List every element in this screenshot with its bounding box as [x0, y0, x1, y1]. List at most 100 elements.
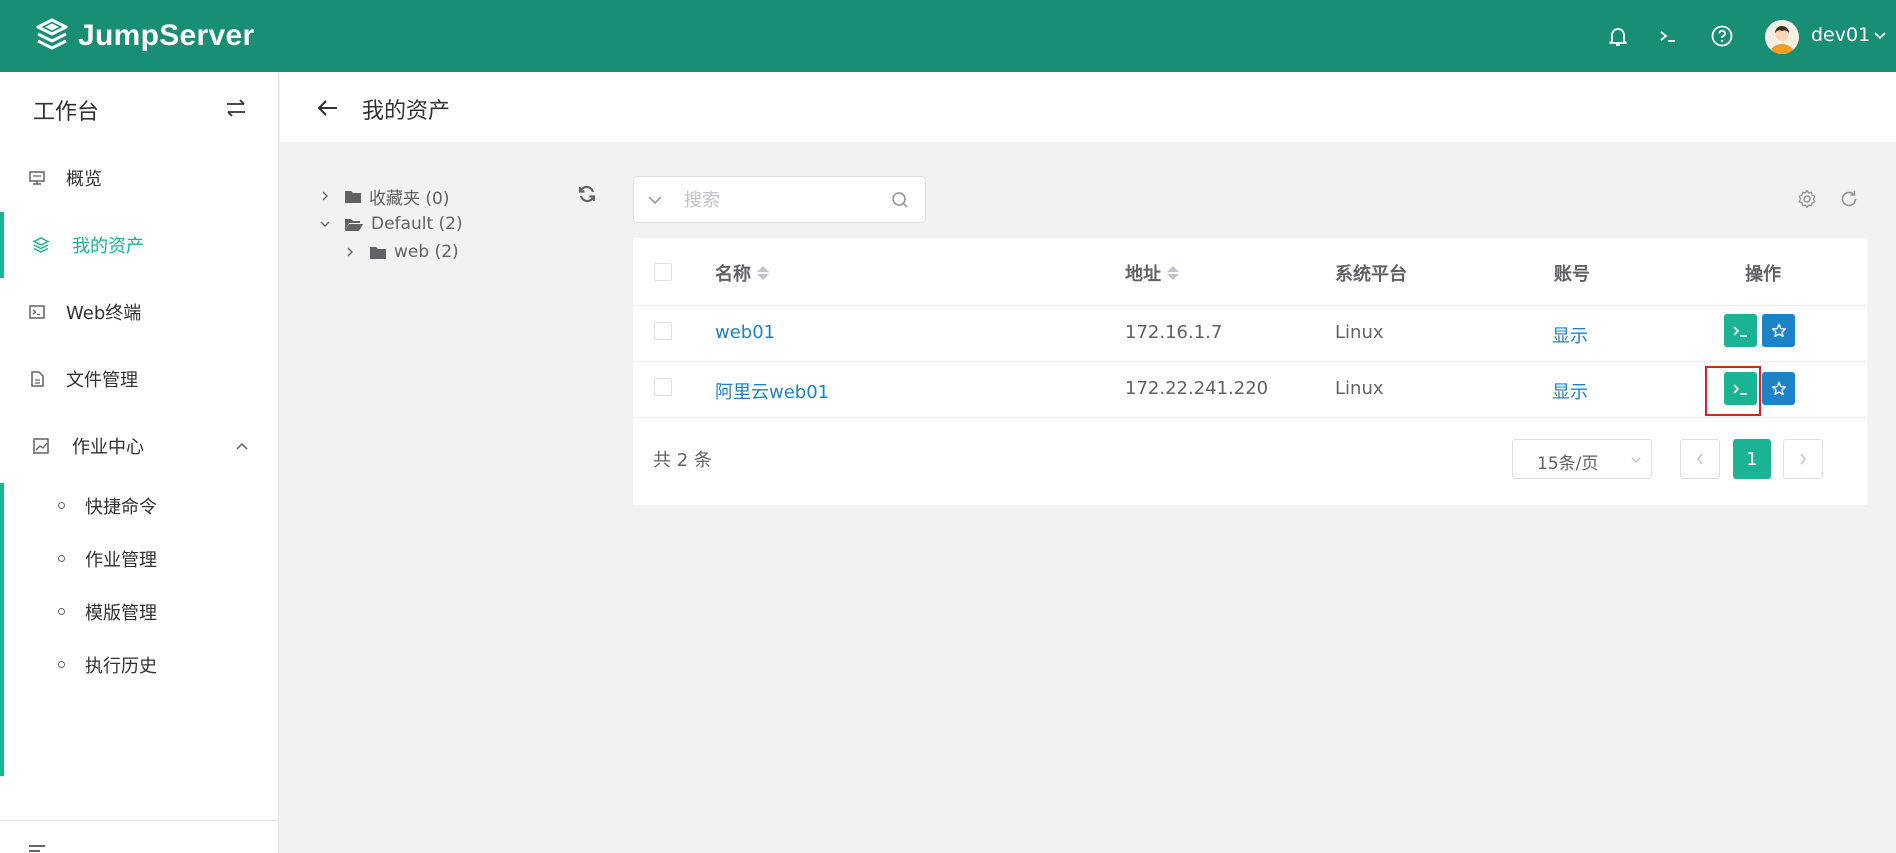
- sidebar-item-web-terminal[interactable]: Web终端: [0, 279, 279, 345]
- sidebar-subitem-label: 作业管理: [85, 550, 157, 571]
- show-account-link[interactable]: 显示: [1552, 378, 1588, 404]
- column-header-address[interactable]: 地址: [1125, 260, 1179, 286]
- chevron-right-icon[interactable]: [343, 246, 357, 258]
- divider: [0, 820, 279, 821]
- asset-name-link[interactable]: web01: [715, 322, 775, 343]
- sort-icon[interactable]: [757, 266, 769, 280]
- column-header-actions: 操作: [1745, 264, 1781, 285]
- next-page-button[interactable]: [1783, 439, 1823, 479]
- folder-icon: [344, 189, 362, 204]
- terminal-icon: [1732, 325, 1747, 337]
- sidebar-subitem-label: 模版管理: [85, 603, 157, 624]
- username[interactable]: dev01: [1811, 24, 1870, 46]
- avatar[interactable]: [1765, 20, 1799, 54]
- folder-icon: [369, 245, 387, 260]
- tree-node-web[interactable]: web (2): [343, 239, 459, 265]
- table-row: web01 172.16.1.7 Linux 显示: [633, 306, 1867, 362]
- chart-icon: [32, 437, 50, 455]
- select-all-checkbox[interactable]: [654, 263, 672, 281]
- chevron-up-icon[interactable]: [235, 439, 249, 453]
- column-label: 名称: [715, 264, 751, 285]
- favorite-button[interactable]: [1762, 372, 1795, 405]
- back-arrow-icon[interactable]: [316, 96, 340, 120]
- chevron-down-icon[interactable]: [318, 219, 332, 229]
- file-icon: [28, 370, 46, 388]
- terminal-icon[interactable]: [1654, 22, 1682, 50]
- page-size-value: 15条/页: [1537, 454, 1599, 474]
- row-checkbox[interactable]: [654, 378, 672, 396]
- search-box[interactable]: [633, 176, 926, 223]
- tree-node-label: Default (2): [371, 214, 463, 234]
- column-header-platform: 系统平台: [1335, 264, 1407, 285]
- asset-address: 172.22.241.220: [1125, 378, 1269, 399]
- asset-table-card: 名称 地址 系统平台 账号 操作 web01 172.16.1.7 Linux …: [633, 238, 1867, 505]
- chevron-right-icon: [1800, 453, 1806, 465]
- sidebar-subitem-execution-history[interactable]: 执行历史: [0, 639, 279, 691]
- page-title: 我的资产: [362, 99, 451, 124]
- sidebar-item-label: 文件管理: [66, 370, 138, 391]
- tree-node-default[interactable]: Default (2): [318, 211, 463, 237]
- console-icon: [28, 303, 46, 321]
- row-checkbox[interactable]: [654, 322, 672, 340]
- jumpserver-logo-icon: [36, 18, 68, 50]
- sidebar: 工作台 概览 我的资产 Web终端 文件管理 作业中心 快捷命令 作业管理 模版…: [0, 72, 279, 853]
- highlight-box: [1705, 366, 1761, 416]
- asset-address: 172.16.1.7: [1125, 322, 1223, 343]
- switch-view-icon[interactable]: [224, 96, 248, 120]
- tree-node-favorites[interactable]: 收藏夹 (0): [318, 183, 449, 209]
- table-row: 阿里云web01 172.22.241.220 Linux 显示: [633, 362, 1867, 418]
- sidebar-subitem-template-management[interactable]: 模版管理: [0, 586, 279, 638]
- sidebar-subitem-label: 执行历史: [85, 656, 157, 677]
- sidebar-subitem-quick-commands[interactable]: 快捷命令: [0, 480, 279, 532]
- sidebar-subitem-job-management[interactable]: 作业管理: [0, 533, 279, 585]
- search-icon[interactable]: [891, 191, 909, 209]
- sidebar-item-my-assets[interactable]: 我的资产: [0, 212, 279, 278]
- prev-page-button[interactable]: [1680, 439, 1720, 479]
- gear-icon[interactable]: [1797, 189, 1817, 209]
- star-icon: [1771, 323, 1786, 337]
- sidebar-item-job-center[interactable]: 作业中心: [0, 413, 279, 479]
- favorite-button[interactable]: [1762, 314, 1795, 347]
- asset-platform: Linux: [1335, 322, 1384, 343]
- total-count: 共 2 条: [653, 450, 712, 471]
- table-header: 名称 地址 系统平台 账号 操作: [633, 238, 1867, 306]
- sidebar-item-file-manager[interactable]: 文件管理: [0, 346, 279, 412]
- sidebar-header: 工作台: [0, 72, 279, 144]
- column-label: 地址: [1125, 264, 1161, 285]
- folder-open-icon: [344, 217, 364, 232]
- bullet-icon: [58, 555, 65, 562]
- page-number-current[interactable]: 1: [1733, 439, 1771, 479]
- column-header-account: 账号: [1554, 264, 1590, 285]
- sort-icon[interactable]: [1167, 266, 1179, 280]
- bell-icon[interactable]: [1604, 22, 1632, 50]
- sidebar-item-label: 概览: [66, 169, 102, 190]
- brand-name: JumpServer: [78, 19, 255, 52]
- sidebar-subitem-label: 快捷命令: [85, 497, 157, 518]
- connect-button[interactable]: [1724, 314, 1757, 347]
- refresh-icon[interactable]: [1839, 189, 1859, 209]
- sidebar-title: 工作台: [33, 100, 100, 125]
- sidebar-item-label: 我的资产: [72, 236, 144, 257]
- chevron-down-icon: [1631, 457, 1641, 463]
- tree-refresh-icon[interactable]: [577, 184, 597, 204]
- collapse-menu-icon[interactable]: [28, 844, 46, 853]
- layers-icon: [32, 236, 50, 254]
- chevron-left-icon: [1697, 453, 1703, 465]
- tree-node-label: web (2): [394, 242, 459, 262]
- page-header: 我的资产: [280, 72, 1896, 142]
- top-header: JumpServer dev01: [0, 0, 1896, 72]
- help-icon[interactable]: [1708, 22, 1736, 50]
- column-header-name[interactable]: 名称: [715, 260, 769, 286]
- sidebar-item-label: Web终端: [66, 303, 142, 324]
- show-account-link[interactable]: 显示: [1552, 322, 1588, 348]
- chevron-down-icon[interactable]: [646, 191, 664, 209]
- sidebar-item-label: 作业中心: [72, 437, 144, 458]
- search-input[interactable]: [684, 186, 884, 214]
- asset-name-link[interactable]: 阿里云web01: [715, 378, 829, 404]
- logo[interactable]: JumpServer: [32, 16, 254, 56]
- chevron-right-icon[interactable]: [318, 190, 332, 202]
- sidebar-item-overview[interactable]: 概览: [0, 145, 279, 211]
- chevron-down-icon[interactable]: [1872, 28, 1888, 44]
- monitor-icon: [28, 169, 46, 187]
- page-size-select[interactable]: 15条/页: [1512, 439, 1652, 479]
